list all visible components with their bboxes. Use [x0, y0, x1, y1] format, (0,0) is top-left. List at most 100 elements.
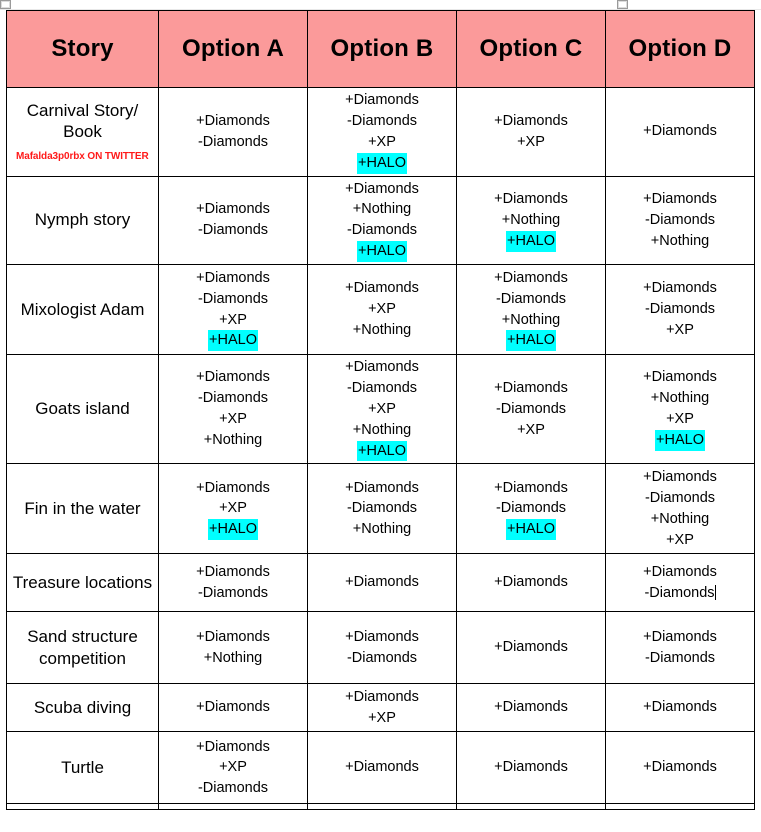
- reward-effect: +XP: [517, 421, 545, 438]
- reward-cell-option-b[interactable]: [307, 803, 457, 811]
- reward-cell-option-a[interactable]: +Diamonds -Diamonds: [158, 553, 308, 613]
- reward-cell-option-d[interactable]: +Diamonds +Nothing +XP +HALO: [605, 353, 755, 465]
- reward-cell-option-a[interactable]: +Diamonds +Nothing: [158, 611, 308, 685]
- reward-effect: +Diamonds: [643, 369, 717, 386]
- reward-effect: +Diamonds: [494, 479, 568, 496]
- header-row: Story Option A Option B Option C Option …: [6, 10, 755, 88]
- reward-cell-option-b[interactable]: +Diamonds: [307, 553, 457, 613]
- reward-effect: +Diamonds: [345, 479, 419, 496]
- halo-line: +HALO: [460, 330, 602, 352]
- reward-cell-option-b[interactable]: +Diamonds -Diamonds: [307, 611, 457, 685]
- halo-line: +HALO: [311, 152, 453, 174]
- reward-cell-option-b[interactable]: +Diamonds -Diamonds +Nothing: [307, 463, 457, 555]
- reward-cell-option-b[interactable]: +Diamonds: [307, 731, 457, 805]
- reward-effect: +Diamonds: [345, 629, 419, 645]
- reward-cell-option-d[interactable]: +Diamonds: [605, 87, 755, 177]
- reward-cell-option-b[interactable]: +Diamonds +XP +Nothing: [307, 264, 457, 355]
- reward-cell-option-c[interactable]: +Diamonds +XP: [456, 87, 606, 177]
- reward-effect: +Diamonds: [494, 574, 568, 591]
- reward-effect: -Diamonds: [495, 290, 567, 307]
- reward-cell-option-c[interactable]: +Diamonds +Nothing +HALO: [456, 175, 606, 265]
- halo-line: +HALO: [460, 519, 602, 541]
- text-cursor: [714, 584, 716, 600]
- reward-effect: +XP: [666, 411, 694, 428]
- reward-effect: +Diamonds: [345, 280, 419, 297]
- story-name-label: Sand structure competition: [27, 627, 138, 668]
- story-name-cell[interactable]: Mixologist Adam: [6, 264, 159, 355]
- reward-effect: +Diamonds: [643, 280, 717, 297]
- reward-cell-option-a[interactable]: +Diamonds -Diamonds +XP +HALO: [158, 264, 308, 355]
- halo-line: +HALO: [162, 330, 304, 352]
- reward-effect: +Nothing: [352, 321, 412, 338]
- story-name-label: Fin in the water: [24, 499, 141, 518]
- reward-cell-option-a[interactable]: +Diamonds -Diamonds: [158, 175, 308, 265]
- story-name-cell[interactable]: Fin in the water: [6, 463, 159, 555]
- story-name-cell[interactable]: Turtle: [6, 731, 159, 805]
- story-name-cell[interactable]: Treasure locations: [6, 553, 159, 613]
- reward-halo: +HALO: [506, 330, 556, 352]
- story-name-label: Turtle: [61, 758, 104, 777]
- reward-effect: +Diamonds: [196, 112, 270, 129]
- column-header-option-a[interactable]: Option A: [158, 10, 308, 88]
- reward-effect: +Diamonds: [494, 699, 568, 716]
- reward-cell-option-b[interactable]: +Diamonds +XP: [307, 683, 457, 733]
- reward-effect: +XP: [666, 531, 694, 548]
- reward-effect: +Diamonds: [196, 629, 270, 645]
- reward-cell-option-b[interactable]: +Diamonds -Diamonds +XP +HALO: [307, 87, 457, 177]
- reward-effect: -Diamonds: [197, 290, 269, 307]
- table-row: Nymph story +Diamonds -Diamonds +Diamonds +N…: [6, 175, 755, 265]
- reward-effect: -Diamonds: [197, 222, 269, 239]
- reward-cell-option-a[interactable]: [158, 803, 308, 811]
- reward-effect: -Diamonds: [197, 133, 269, 150]
- reward-effect: +Diamonds: [494, 112, 568, 129]
- reward-cell-option-c[interactable]: [456, 803, 606, 811]
- reward-cell-option-d[interactable]: +Diamonds -Diamonds: [605, 611, 755, 685]
- reward-effect: +Nothing: [501, 311, 561, 328]
- reward-cell-option-d[interactable]: +Diamonds -Diamonds +XP: [605, 264, 755, 355]
- reward-effect: +XP: [517, 133, 545, 150]
- reward-effect: +XP: [368, 301, 396, 318]
- table-resize-handle[interactable]: [617, 0, 628, 9]
- reward-cell-option-b[interactable]: +Diamonds -Diamonds +XP +Nothing +HALO: [307, 353, 457, 465]
- column-header-option-c[interactable]: Option C: [456, 10, 606, 88]
- reward-cell-option-a[interactable]: +Diamonds -Diamonds +XP +Nothing: [158, 353, 308, 465]
- reward-cell-option-a[interactable]: +Diamonds +XP +HALO: [158, 463, 308, 555]
- reward-cell-option-a[interactable]: +Diamonds +XP -Diamonds: [158, 731, 308, 805]
- reward-effect: +Diamonds: [345, 180, 419, 197]
- reward-cell-option-c[interactable]: +Diamonds: [456, 611, 606, 685]
- reward-cell-option-c[interactable]: +Diamonds -Diamonds +Nothing +HALO: [456, 264, 606, 355]
- reward-cell-option-d[interactable]: +Diamonds -Diamonds +Nothing: [605, 175, 755, 265]
- column-header-option-b[interactable]: Option B: [307, 10, 457, 88]
- reward-cell-option-d[interactable]: +Diamonds -Diamonds: [605, 553, 755, 613]
- reward-effect: -Diamonds: [346, 222, 418, 239]
- reward-effect: +XP: [666, 321, 694, 338]
- story-name-cell[interactable]: Nymph story: [6, 175, 159, 265]
- story-name-cell[interactable]: Scuba diving: [6, 683, 159, 733]
- story-name-cell[interactable]: Sand structure competition: [6, 611, 159, 685]
- reward-cell-option-c[interactable]: +Diamonds: [456, 683, 606, 733]
- halo-line: +HALO: [311, 440, 453, 462]
- column-header-story[interactable]: Story: [6, 10, 159, 88]
- table-row: Turtle +Diamonds +XP -Diamonds +Diamonds +Dia…: [6, 731, 755, 805]
- reward-cell-option-c[interactable]: +Diamonds -Diamonds +HALO: [456, 463, 606, 555]
- reward-cell-option-c[interactable]: +Diamonds: [456, 731, 606, 805]
- reward-cell-option-d[interactable]: [605, 803, 755, 811]
- story-name-cell[interactable]: Carnival Story/ Book Mafalda3p0rbx ON TWI…: [6, 87, 159, 177]
- reward-cell-option-c[interactable]: +Diamonds -Diamonds +XP: [456, 353, 606, 465]
- story-name-cell[interactable]: Goats island: [6, 353, 159, 465]
- reward-effect: +XP: [219, 411, 247, 428]
- reward-cell-option-d[interactable]: +Diamonds -Diamonds +Nothing +XP: [605, 463, 755, 555]
- halo-line: +HALO: [162, 519, 304, 541]
- column-header-option-d[interactable]: Option D: [605, 10, 755, 88]
- reward-cell-option-d[interactable]: +Diamonds: [605, 731, 755, 805]
- reward-cell-option-d[interactable]: +Diamonds: [605, 683, 755, 733]
- story-name-cell[interactable]: [6, 803, 159, 811]
- reward-cell-option-a[interactable]: +Diamonds: [158, 683, 308, 733]
- reward-cell-option-a[interactable]: +Diamonds -Diamonds: [158, 87, 308, 177]
- strip-divider: [0, 9, 761, 10]
- table-move-handle[interactable]: [0, 0, 11, 9]
- reward-effect: -Diamonds: [346, 112, 418, 129]
- table-row: Carnival Story/ Book Mafalda3p0rbx ON TWI…: [6, 87, 755, 177]
- reward-cell-option-b[interactable]: +Diamonds +Nothing -Diamonds +HALO: [307, 175, 457, 265]
- reward-cell-option-c[interactable]: +Diamonds: [456, 553, 606, 613]
